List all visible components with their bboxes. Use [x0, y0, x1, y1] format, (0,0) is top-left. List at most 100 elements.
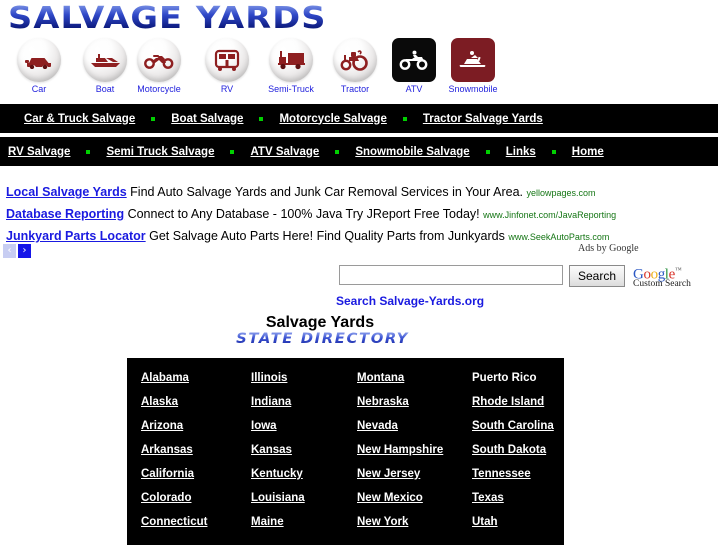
nav-link-home[interactable]: Home	[572, 146, 604, 158]
state-link-new-mexico[interactable]: New Mexico	[357, 492, 472, 504]
custom-search-label: Custom Search	[633, 279, 691, 290]
state-link-arkansas[interactable]: Arkansas	[141, 444, 251, 456]
car-icon	[17, 38, 61, 82]
nav-link-car-truck-salvage[interactable]: Car & Truck Salvage	[24, 113, 135, 125]
state-link-alabama[interactable]: Alabama	[141, 372, 251, 384]
tractor-icon	[333, 38, 377, 82]
state-link-colorado[interactable]: Colorado	[141, 492, 251, 504]
nav-link-rv-salvage[interactable]: RV Salvage	[8, 146, 70, 158]
rv-icon	[205, 38, 249, 82]
ad-item: Local Salvage Yards Find Auto Salvage Ya…	[6, 182, 706, 204]
category-icon-tractor[interactable]: Tractor	[322, 38, 388, 94]
category-icon-car[interactable]: Car	[6, 38, 72, 94]
ads-pager: ‹ ›	[3, 244, 31, 258]
category-icon-rv[interactable]: RV	[194, 38, 260, 94]
nav-separator-dot	[335, 149, 340, 154]
ads-next-button[interactable]: ›	[18, 244, 31, 258]
nav-separator-dot	[551, 149, 556, 154]
state-link-tennessee[interactable]: Tennessee	[472, 468, 564, 480]
primary-nav-row-1: Car & Truck Salvage Boat Salvage Motorcycl…	[0, 104, 718, 133]
state-link-maine[interactable]: Maine	[251, 516, 357, 528]
state-link-indiana[interactable]: Indiana	[251, 396, 357, 408]
category-icon-motorcycle[interactable]: Motorcycle	[126, 38, 192, 94]
search-site-label: Search Salvage-Yards.org	[336, 294, 485, 308]
category-icon-label: Tractor	[340, 84, 370, 94]
state-link-kansas[interactable]: Kansas	[251, 444, 357, 456]
state-link-new-york[interactable]: New York	[357, 516, 472, 528]
search-input[interactable]	[339, 265, 563, 285]
ad-item: Database Reporting Connect to Any Databa…	[6, 204, 706, 226]
google-custom-search-brand: Google™ Custom Search	[633, 265, 691, 290]
nav-separator-dot	[151, 116, 156, 121]
state-link-south-carolina[interactable]: South Carolina	[472, 420, 564, 432]
nav-link-tractor-salvage-yards[interactable]: Tractor Salvage Yards	[423, 113, 543, 125]
ad-description: Find Auto Salvage Yards and Junk Car Rem…	[130, 185, 523, 199]
ads-prev-button[interactable]: ‹	[3, 244, 16, 258]
ad-title-link[interactable]: Junkyard Parts Locator	[6, 229, 146, 243]
state-link-new-jersey[interactable]: New Jersey	[357, 468, 472, 480]
nav-separator-dot	[259, 116, 264, 121]
nav-separator-dot	[230, 149, 235, 154]
state-link-louisiana[interactable]: Louisiana	[251, 492, 357, 504]
page-subtitle: State Directory	[0, 331, 664, 347]
category-icon-semi-truck[interactable]: Semi-Truck	[258, 38, 324, 94]
state-link-illinois[interactable]: Illinois	[251, 372, 357, 384]
nav-separator-dot	[485, 149, 490, 154]
state-link-nevada[interactable]: Nevada	[357, 420, 472, 432]
nav-separator-dot	[86, 149, 91, 154]
google-ads-block: Local Salvage Yards Find Auto Salvage Ya…	[6, 182, 706, 248]
state-link-utah[interactable]: Utah	[472, 516, 564, 528]
category-icon-snowmobile[interactable]: Snowmobile	[440, 38, 506, 94]
nav-separator-dot	[402, 116, 407, 121]
category-icon-label: ATV	[405, 84, 423, 94]
category-icon-label: Semi-Truck	[268, 84, 314, 94]
semi-truck-icon	[269, 38, 313, 82]
state-link-rhode-island[interactable]: Rhode Island	[472, 396, 564, 408]
state-link-kentucky[interactable]: Kentucky	[251, 468, 357, 480]
state-link-nebraska[interactable]: Nebraska	[357, 396, 472, 408]
boat-icon	[83, 38, 127, 82]
motorcycle-icon	[137, 38, 181, 82]
search-button[interactable]: Search	[569, 265, 626, 287]
nav-link-links[interactable]: Links	[506, 146, 536, 158]
state-link-iowa[interactable]: Iowa	[251, 420, 357, 432]
state-link-california[interactable]: California	[141, 468, 251, 480]
nav-link-boat-salvage[interactable]: Boat Salvage	[171, 113, 243, 125]
category-icon-label: RV	[220, 84, 234, 94]
snowmobile-icon	[451, 38, 495, 82]
state-link-texas[interactable]: Texas	[472, 492, 564, 504]
state-link-new-hampshire[interactable]: New Hampshire	[357, 444, 472, 456]
trademark-symbol: ™	[674, 266, 682, 274]
state-link-connecticut[interactable]: Connecticut	[141, 516, 251, 528]
state-link-arizona[interactable]: Arizona	[141, 420, 251, 432]
category-icon-label: Car	[31, 84, 47, 94]
ad-display-url[interactable]: yellowpages.com	[526, 188, 595, 198]
nav-link-semi-truck-salvage[interactable]: Semi Truck Salvage	[106, 146, 214, 158]
category-icon-row: Car Boat Motorcycle RV Semi-Truck Tractor ATV S…	[0, 38, 727, 100]
ad-display-url[interactable]: www.SeekAutoParts.com	[508, 232, 609, 242]
site-logo-text: Salvage Yards	[8, 2, 389, 36]
page-title: Salvage Yards	[265, 314, 375, 331]
category-icon-atv[interactable]: ATV	[381, 38, 447, 94]
category-icon-label: Motorcycle	[137, 84, 181, 94]
ad-title-link[interactable]: Local Salvage Yards	[6, 185, 127, 199]
state-link-puerto-rico: Puerto Rico	[472, 372, 537, 384]
primary-nav-row-2: RV Salvage Semi Truck Salvage ATV Salvage S…	[0, 137, 718, 166]
state-link-south-dakota[interactable]: South Dakota	[472, 444, 564, 456]
search-row: Search Google™ Custom Search	[339, 265, 691, 290]
ad-display-url[interactable]: www.Jinfonet.com/JavaReporting	[483, 210, 616, 220]
ad-description: Get Salvage Auto Parts Here! Find Qualit…	[149, 229, 505, 243]
ads-by-google-text: Ads by Google	[578, 243, 639, 254]
state-link-alaska[interactable]: Alaska	[141, 396, 251, 408]
ad-title-link[interactable]: Database Reporting	[6, 207, 124, 221]
state-link-montana[interactable]: Montana	[357, 372, 472, 384]
state-directory-box: Alabama Illinois Montana Puerto Rico Alaska I…	[127, 358, 564, 545]
site-logo: Salvage Yards Salvage Yards	[8, 2, 348, 39]
category-icon-label: Snowmobile	[448, 84, 498, 94]
page-root: Salvage Yards Salvage Yards CarBoatMotor…	[0, 0, 727, 545]
nav-link-snowmobile-salvage[interactable]: Snowmobile Salvage	[355, 146, 469, 158]
nav-link-atv-salvage[interactable]: ATV Salvage	[250, 146, 319, 158]
nav-link-motorcycle-salvage[interactable]: Motorcycle Salvage	[279, 113, 386, 125]
state-directory-grid: Alabama Illinois Montana Puerto Rico Alaska I…	[127, 358, 564, 528]
atv-icon	[392, 38, 436, 82]
